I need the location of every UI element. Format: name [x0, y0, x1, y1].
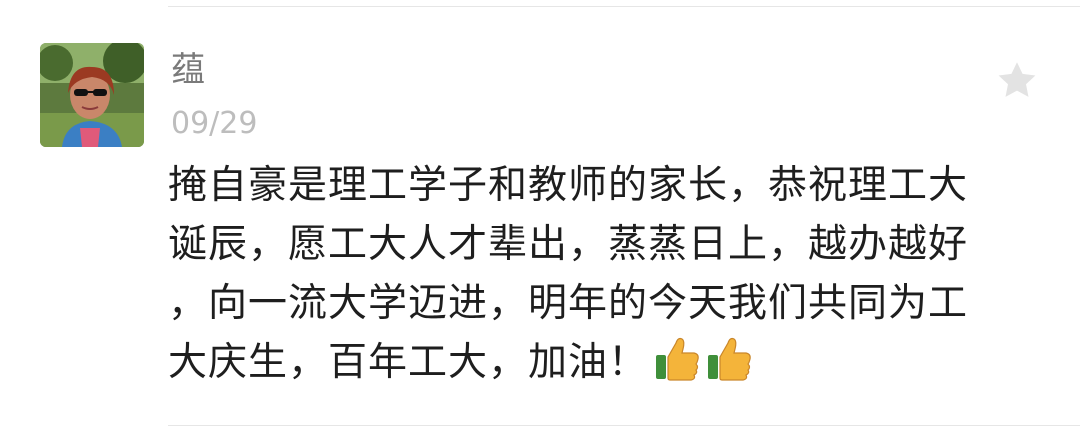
author-name[interactable]: 蕴	[171, 46, 205, 94]
favorite-star-icon[interactable]	[994, 58, 1040, 104]
thumbs-up-icon	[656, 337, 699, 381]
content-line: ，向一流大学迈进，明年的今天我们共同为工	[168, 281, 969, 326]
content-line-last: 大庆生，百年工大，加油！	[168, 333, 1018, 392]
top-divider	[168, 6, 1080, 7]
avatar[interactable]	[40, 43, 144, 147]
bottom-divider	[168, 425, 1080, 426]
content-line-text: 大庆生，百年工大，加油！	[168, 340, 649, 385]
thumbs-up-icon	[708, 337, 751, 381]
post-date: 09/29	[171, 106, 258, 141]
content-line: 诞辰，愿工大人才辈出，蒸蒸日上，越办越好	[168, 222, 969, 267]
avatar-photo	[40, 43, 144, 147]
post-content: 掩自豪是理工学子和教师的家长，恭祝理工大 诞辰，愿工大人才辈出，蒸蒸日上，越办越…	[168, 156, 1018, 392]
content-line: 掩自豪是理工学子和教师的家长，恭祝理工大	[168, 163, 969, 208]
